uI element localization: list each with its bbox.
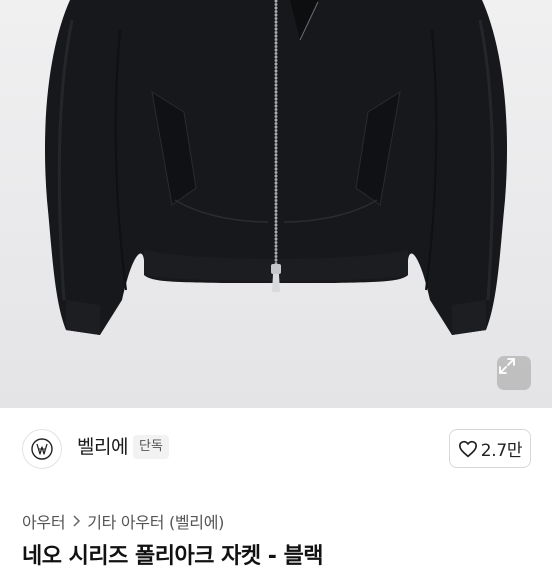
like-count: 2.7만 xyxy=(480,441,523,461)
expand-icon xyxy=(499,358,515,374)
product-image[interactable] xyxy=(0,0,552,408)
breadcrumb-item-outer[interactable]: 아우터 xyxy=(22,509,66,533)
brand-logo-icon xyxy=(31,438,53,460)
seller-row[interactable]: 벨리에 단독 2.7만 xyxy=(0,408,552,484)
heart-icon xyxy=(458,440,477,457)
breadcrumb-item-other-outer[interactable]: 기타 아우터 (벨리에) xyxy=(87,509,224,533)
chevron-right-icon xyxy=(71,514,81,528)
breadcrumb: 아우터 기타 아우터 (벨리에) xyxy=(22,509,224,533)
product-title: 네오 시리즈 폴리아크 자켓 - 블랙 xyxy=(22,544,324,569)
like-button[interactable]: 2.7만 xyxy=(449,429,531,468)
seller-avatar[interactable] xyxy=(22,429,62,469)
jacket-illustration xyxy=(44,0,508,335)
exclusive-badge: 단독 xyxy=(133,435,169,459)
expand-image-button[interactable] xyxy=(497,356,531,390)
seller-name[interactable]: 벨리에 xyxy=(77,434,128,460)
